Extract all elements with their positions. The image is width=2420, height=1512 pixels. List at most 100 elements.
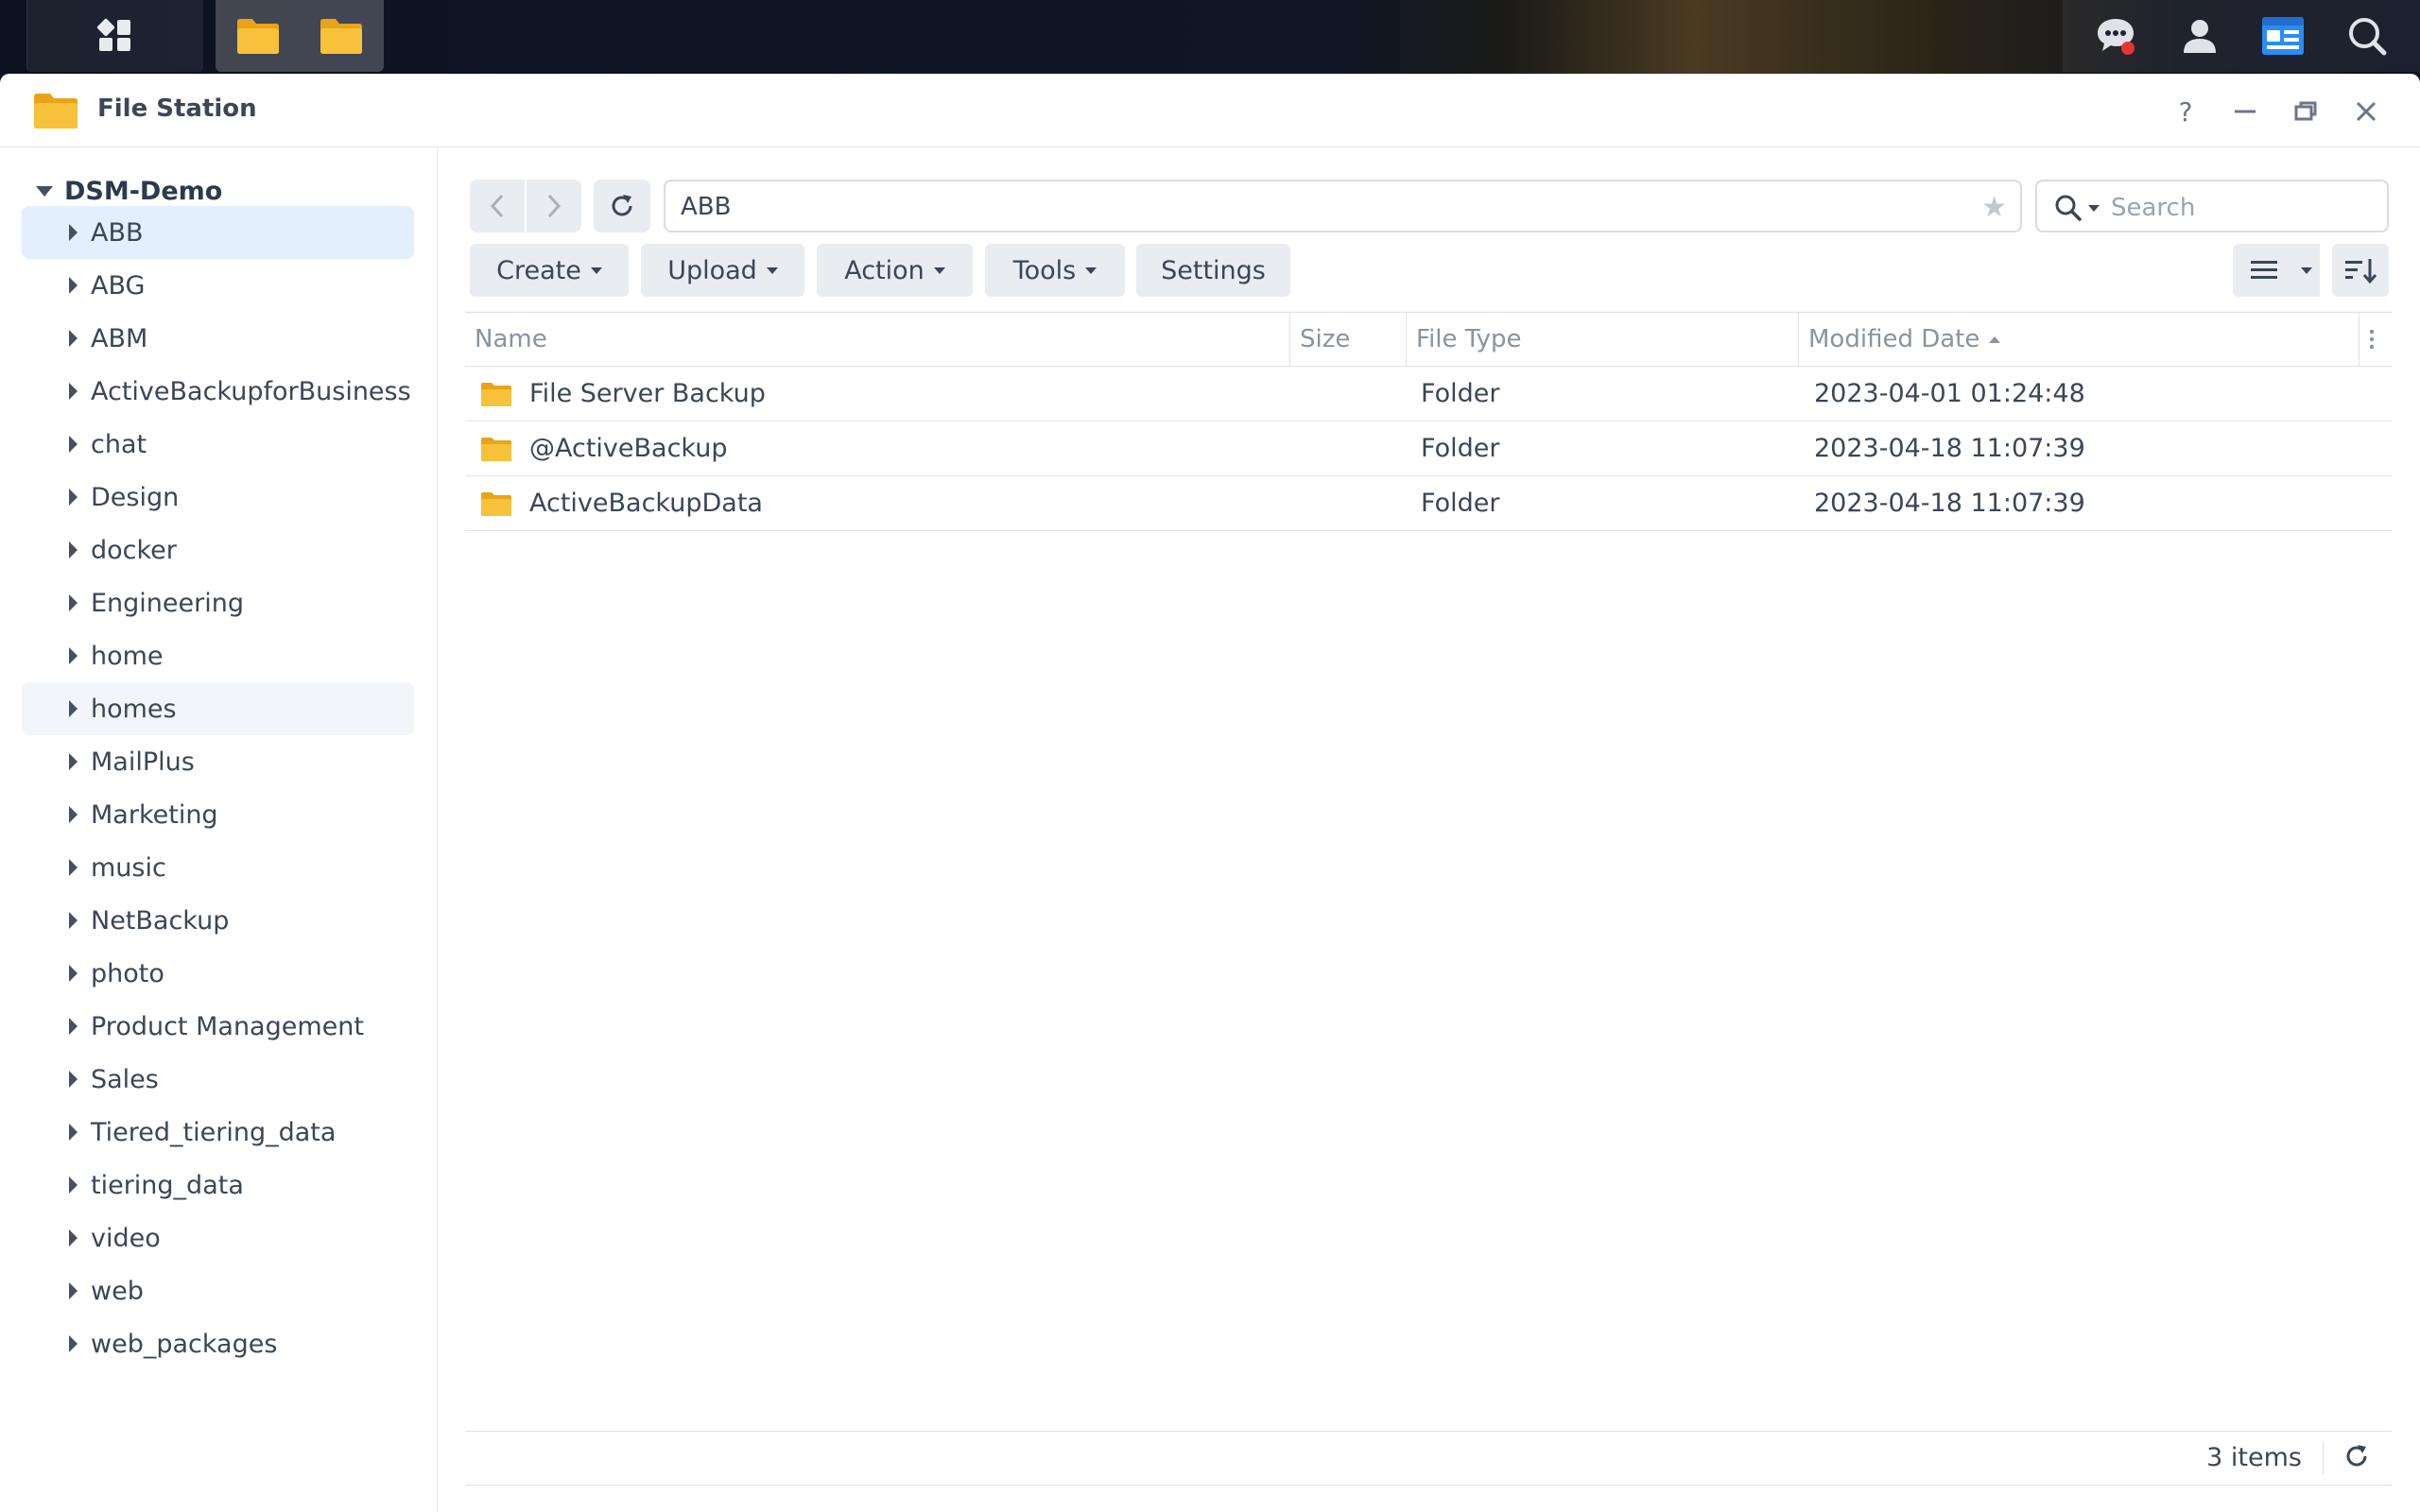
sidebar-item-product-management[interactable]: Product Management [22,1000,414,1053]
caret-right-icon[interactable] [69,383,78,400]
sidebar-item-photo[interactable]: photo [22,947,414,1000]
caret-right-icon[interactable] [69,965,78,982]
caret-right-icon[interactable] [69,1018,78,1035]
folder-tree-sidebar: DSM-Demo ABB ABG ABM ActiveBackupforBusines… [0,147,438,1512]
file-type: Folder [1421,434,1500,463]
tree-root-dsm-demo[interactable]: DSM-Demo [36,172,222,210]
sidebar-item-marketing[interactable]: Marketing [22,788,414,841]
view-mode-button[interactable] [2233,244,2320,297]
help-button[interactable]: ? [2167,93,2204,130]
caret-right-icon[interactable] [69,277,78,294]
sidebar-item-tiered-tiering-data[interactable]: Tiered_tiering_data [22,1106,414,1159]
minimize-icon [2235,110,2256,113]
widgets-button[interactable] [2261,14,2305,58]
sidebar-item-abb[interactable]: ABB [22,206,414,259]
user-icon [2183,20,2216,53]
action-button[interactable]: Action [817,244,973,297]
table-row[interactable]: File Server Backup Folder 2023-04-01 01:24… [465,367,2392,421]
sidebar-item-sales[interactable]: Sales [22,1053,414,1106]
file-station-window: File Station ? DSM-Demo ABB ABG ABM ActiveB… [0,74,2420,1512]
caret-down-icon[interactable] [36,185,53,197]
caret-right-icon[interactable] [69,859,78,876]
caret-right-icon[interactable] [69,806,78,823]
create-button[interactable]: Create [470,244,629,297]
sidebar-item-tiering-data[interactable]: tiering_data [22,1159,414,1211]
sidebar-item-label: ActiveBackupforBusiness [91,376,411,406]
back-button[interactable] [470,180,525,232]
caret-right-icon[interactable] [69,541,78,558]
table-row[interactable]: ActiveBackupData Folder 2023-04-18 11:07:3… [465,476,2392,531]
tools-button[interactable]: Tools [985,244,1125,297]
sidebar-item-activebackupforbusiness[interactable]: ActiveBackupforBusiness [22,365,414,418]
sidebar-item-homes[interactable]: homes [22,682,414,735]
settings-button[interactable]: Settings [1136,244,1290,297]
file-station-icon[interactable] [235,16,281,56]
sidebar-item-abm[interactable]: ABM [22,312,414,365]
caret-right-icon[interactable] [69,436,78,453]
sidebar-item-web[interactable]: web [22,1264,414,1317]
sidebar-item-mailplus[interactable]: MailPlus [22,735,414,788]
column-label: Size [1300,325,1351,353]
caret-right-icon[interactable] [69,1124,78,1141]
caret-right-icon[interactable] [69,647,78,664]
column-header-name[interactable]: Name [465,313,1289,366]
sidebar-item-docker[interactable]: docker [22,524,414,576]
caret-right-icon[interactable] [69,330,78,347]
caret-right-icon[interactable] [69,753,78,770]
caret-right-icon[interactable] [69,489,78,506]
file-name: @ActiveBackup [529,434,728,463]
user-button[interactable] [2178,14,2221,58]
sidebar-item-chat[interactable]: chat [22,418,414,471]
path-bar[interactable]: ABB ★ [664,180,2022,232]
file-table: Name Size File Type Modified Date File S… [465,312,2392,531]
chat-button[interactable] [2094,14,2137,58]
sidebar-item-design[interactable]: Design [22,471,414,524]
favorite-star-icon[interactable]: ★ [1981,191,2007,224]
forward-button[interactable] [527,180,581,232]
column-header-modified-date[interactable]: Modified Date [1799,313,2357,366]
refresh-icon[interactable] [2342,1442,2371,1470]
column-options-button[interactable] [2360,313,2392,366]
cell-name: File Server Backup [480,367,766,421]
caret-right-icon[interactable] [69,1282,78,1299]
caret-right-icon[interactable] [69,1177,78,1194]
sidebar-item-engineering[interactable]: Engineering [22,576,414,629]
search-input[interactable] [2109,191,2377,225]
upload-button[interactable]: Upload [641,244,804,297]
search-box[interactable] [2035,180,2389,232]
sidebar-item-label: home [91,641,164,671]
caret-right-icon[interactable] [69,700,78,717]
caret-down-icon[interactable] [2301,267,2312,274]
sidebar-item-web-packages[interactable]: web_packages [22,1317,414,1370]
global-search-button[interactable] [2345,14,2389,58]
close-button[interactable] [2347,93,2385,130]
caret-right-icon[interactable] [69,1071,78,1088]
refresh-button[interactable] [594,180,650,232]
window-titlebar[interactable]: File Station ? [0,74,2420,147]
main-menu-button[interactable] [26,0,203,72]
table-body: File Server Backup Folder 2023-04-01 01:24… [465,367,2392,531]
column-header-size[interactable]: Size [1290,313,1406,366]
sidebar-item-video[interactable]: video [22,1211,414,1264]
sidebar-item-label: photo [91,958,164,988]
sidebar-item-home[interactable]: home [22,629,414,682]
sort-button[interactable] [2332,244,2389,297]
sidebar-item-abg[interactable]: ABG [22,259,414,312]
caret-down-icon[interactable] [2088,205,2100,212]
file-station-icon[interactable] [319,16,364,56]
table-row[interactable]: @ActiveBackup Folder 2023-04-18 11:07:39 [465,421,2392,476]
sidebar-item-label: Design [91,482,180,512]
sidebar-item-music[interactable]: music [22,841,414,894]
taskbar [0,0,2420,74]
restore-button[interactable] [2287,93,2325,130]
caret-right-icon[interactable] [69,594,78,611]
caret-right-icon[interactable] [69,912,78,929]
caret-right-icon[interactable] [69,224,78,241]
caret-right-icon[interactable] [69,1335,78,1352]
column-header-file-type[interactable]: File Type [1407,313,1798,366]
sidebar-item-netbackup[interactable]: NetBackup [22,894,414,947]
cell-file-type: Folder [1421,476,1499,530]
caret-right-icon[interactable] [69,1229,78,1246]
table-header: Name Size File Type Modified Date [465,312,2392,367]
minimize-button[interactable] [2226,93,2264,130]
